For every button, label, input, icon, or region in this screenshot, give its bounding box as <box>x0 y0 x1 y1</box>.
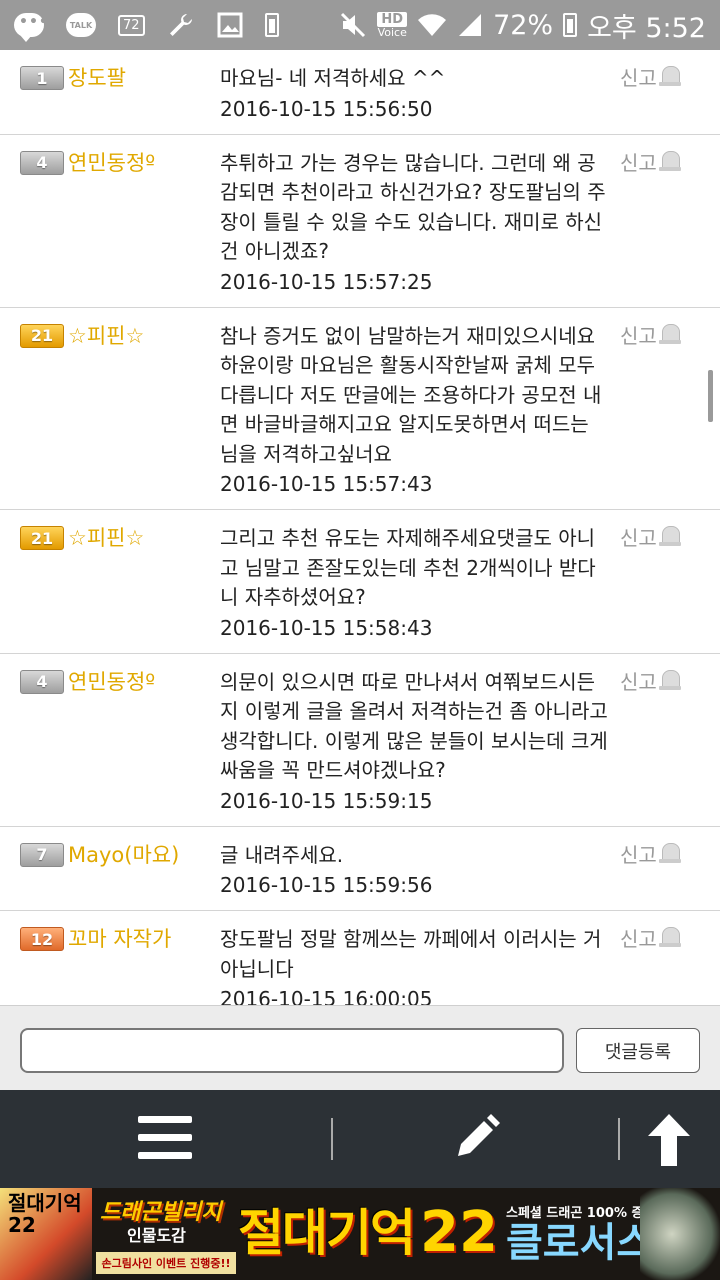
siren-icon <box>658 927 681 949</box>
comment-author[interactable]: 21 ☆피핀☆ <box>0 322 200 500</box>
comment-date: 2016-10-15 15:59:15 <box>220 788 433 813</box>
comment-date: 2016-10-15 15:58:43 <box>220 615 433 640</box>
image-icon <box>217 12 243 38</box>
report-button[interactable]: 신고 <box>610 322 720 500</box>
chat-bubble-icon: ••• <box>14 13 48 42</box>
report-label: 신고 <box>620 669 657 694</box>
wrench-icon <box>167 11 195 39</box>
nickname[interactable]: ☆피핀☆ <box>68 524 144 552</box>
signal-icon <box>457 12 483 38</box>
report-label: 신고 <box>620 150 657 175</box>
siren-icon <box>658 526 681 548</box>
level-badge: 4 <box>20 669 64 694</box>
nav-divider <box>618 1118 620 1160</box>
report-button[interactable]: 신고 <box>610 64 720 124</box>
nickname[interactable]: ☆피핀☆ <box>68 322 144 350</box>
comment-text: 글 내려주세요. <box>220 842 344 867</box>
report-button[interactable]: 신고 <box>610 925 720 1005</box>
battery-icon <box>563 13 578 37</box>
level-badge: 4 <box>20 150 64 175</box>
book-cover: 절대기억 22 <box>0 1188 92 1280</box>
report-button[interactable]: 신고 <box>610 524 720 643</box>
ad-banner[interactable]: 절대기억 22 드래곤빌리지 인물도감 손그림사인 이벤트 진행중!! 절대기억… <box>0 1188 720 1280</box>
mute-icon <box>339 11 367 39</box>
comment-item: 21 ☆피핀☆ 참나 증거도 없이 남말하는거 재미있으시네요 하윤이랑 마요님… <box>0 308 720 510</box>
nickname[interactable]: 연민동정º <box>68 149 155 177</box>
comment-text: 마요님- 네 저격하세요 ^^ <box>220 66 446 90</box>
battery-percent: 72% <box>493 9 554 41</box>
nickname[interactable]: 장도팔 <box>68 64 126 92</box>
comment-item: 4 연민동정º 의문이 있으시면 따로 만나셔서 여쭤보드시든지 이렇게 글을 … <box>0 654 720 827</box>
level-badge: 12 <box>20 927 64 951</box>
book-cover-title: 절대기억 22 <box>8 1191 82 1237</box>
menu-icon[interactable] <box>138 1116 194 1160</box>
siren-icon <box>658 323 681 346</box>
level-badge: 1 <box>20 66 64 90</box>
comment-item: 1 장도팔 마요님- 네 저격하세요 ^^ 2016-10-15 15:56:5… <box>0 50 720 135</box>
report-label: 신고 <box>620 66 657 90</box>
wifi-icon <box>417 12 447 38</box>
comment-item: 21 ☆피핀☆ 그리고 추천 유도는 자제해주세요댓글도 아니고 님말고 존잘도… <box>0 510 720 654</box>
ad-bonus: 클로서스 <box>506 1220 654 1266</box>
nickname[interactable]: 꼬마 자작가 <box>68 925 171 953</box>
battery-72-icon: 72 <box>118 14 145 36</box>
ad-subtitle: 인물도감 <box>127 1226 186 1245</box>
scrollbar[interactable] <box>708 370 713 422</box>
dragon-image <box>640 1188 720 1280</box>
comment-text: 그리고 추천 유도는 자제해주세요댓글도 아니고 님말고 존잘도있는데 추천 2… <box>220 526 596 609</box>
kakaotalk-icon: TALK <box>66 13 96 37</box>
comment-list[interactable]: 1 장도팔 마요님- 네 저격하세요 ^^ 2016-10-15 15:56:5… <box>0 50 720 1005</box>
siren-icon <box>658 150 681 173</box>
scroll-top-icon[interactable] <box>644 1110 694 1170</box>
level-badge: 7 <box>20 842 64 867</box>
report-label: 신고 <box>620 842 657 867</box>
ad-number: 22 <box>420 1200 498 1265</box>
comment-author[interactable]: 12 꼬마 자작가 <box>0 925 200 1005</box>
ad-event-text: 손그림사인 이벤트 진행중!! <box>96 1252 236 1274</box>
comment-date: 2016-10-15 16:00:05 <box>220 987 433 1005</box>
comment-author[interactable]: 1 장도팔 <box>0 64 200 124</box>
status-bar: ••• TALK 72 HD Voice 72% 오후 5:52 <box>0 0 720 50</box>
nickname[interactable]: Mayo(마요) <box>68 841 179 869</box>
siren-icon <box>658 842 681 865</box>
reply-input[interactable] <box>20 1028 564 1073</box>
report-button[interactable]: 신고 <box>610 149 720 297</box>
comment-text: 의문이 있으시면 따로 만나셔서 여쭤보드시든지 이렇게 글을 올려서 저격하는… <box>220 669 608 783</box>
comment-text: 추튀하고 가는 경우는 많습니다. 그런데 왜 공감되면 추천이라고 하신건가요… <box>220 150 606 264</box>
comment-date: 2016-10-15 15:59:56 <box>220 873 433 897</box>
comment-date: 2016-10-15 15:56:50 <box>220 96 433 121</box>
reply-bar: 댓글등록 <box>0 1005 720 1090</box>
level-badge: 21 <box>20 323 64 348</box>
comment-text: 장도팔님 정말 함께쓰는 까페에서 이러시는 거 아닙니다 <box>220 927 602 981</box>
comment-item: 7 Mayo(마요) 글 내려주세요. 2016-10-15 15:59:56 … <box>0 827 720 911</box>
comment-author[interactable]: 4 연민동정º <box>0 149 200 297</box>
comment-date: 2016-10-15 15:57:25 <box>220 269 433 294</box>
edit-icon[interactable] <box>450 1112 502 1164</box>
report-label: 신고 <box>620 526 657 550</box>
comment-text: 참나 증거도 없이 남말하는거 재미있으시네요 하윤이랑 마요님은 활동시작한날… <box>220 323 602 466</box>
hd-voice-icon: HD Voice <box>377 12 408 39</box>
comment-item: 12 꼬마 자작가 장도팔님 정말 함께쓰는 까페에서 이러시는 거 아닙니다 … <box>0 911 720 1005</box>
ad-title: 절대기억 <box>238 1204 416 1262</box>
report-button[interactable]: 신고 <box>610 841 720 901</box>
nickname[interactable]: 연민동정º <box>68 668 155 696</box>
siren-icon <box>658 669 681 692</box>
comment-date: 2016-10-15 15:57:43 <box>220 472 433 496</box>
comment-author[interactable]: 4 연민동정º <box>0 668 200 816</box>
report-label: 신고 <box>620 927 657 951</box>
comment-author[interactable]: 21 ☆피핀☆ <box>0 524 200 643</box>
clock: 오후 5:52 <box>587 12 706 44</box>
battery-saver-icon <box>264 13 279 37</box>
reply-submit-button[interactable]: 댓글등록 <box>576 1028 700 1073</box>
comment-item: 4 연민동정º 추튀하고 가는 경우는 많습니다. 그런데 왜 공감되면 추천이… <box>0 135 720 308</box>
level-badge: 21 <box>20 526 64 550</box>
report-label: 신고 <box>620 323 657 348</box>
comment-author[interactable]: 7 Mayo(마요) <box>0 841 200 901</box>
nav-divider <box>331 1118 333 1160</box>
report-button[interactable]: 신고 <box>610 668 720 816</box>
siren-icon <box>658 66 681 88</box>
bottom-nav <box>0 1090 720 1188</box>
